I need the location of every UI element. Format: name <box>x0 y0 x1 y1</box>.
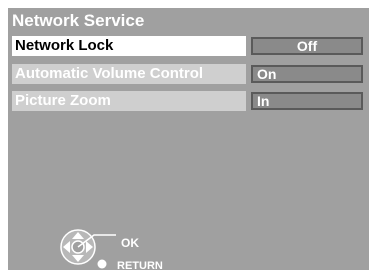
setting-row-picture-zoom[interactable]: Picture Zoom In <box>12 91 365 111</box>
setting-label: Network Lock <box>12 36 246 56</box>
network-service-menu: Network Service Network Lock Off Automat… <box>8 8 369 270</box>
return-hint-label: RETURN <box>117 260 163 270</box>
ok-hint-label: OK <box>121 236 139 250</box>
setting-value-box[interactable]: In <box>251 92 363 110</box>
setting-row-network-lock[interactable]: Network Lock Off <box>12 36 365 56</box>
setting-row-automatic-volume-control[interactable]: Automatic Volume Control On <box>12 64 365 84</box>
setting-label: Automatic Volume Control <box>12 64 246 84</box>
return-button-icon <box>97 259 107 269</box>
setting-label: Picture Zoom <box>12 91 246 111</box>
menu-title: Network Service <box>12 11 145 30</box>
setting-value-box[interactable]: Off <box>251 37 363 55</box>
setting-value-box[interactable]: On <box>251 65 363 83</box>
